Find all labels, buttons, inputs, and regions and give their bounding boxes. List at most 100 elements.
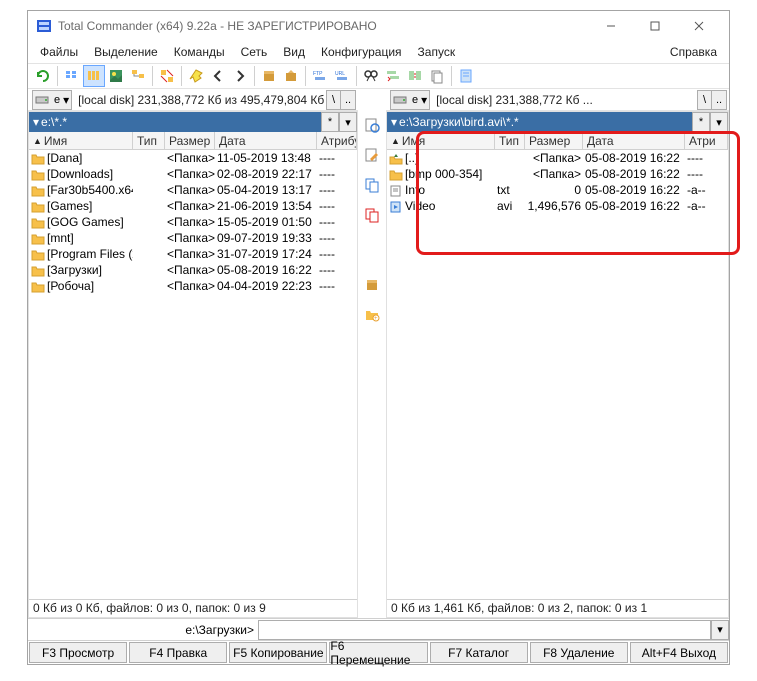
maximize-button[interactable] <box>633 12 677 40</box>
svg-text:URL: URL <box>335 71 345 77</box>
mid-move-icon[interactable] <box>362 205 382 225</box>
menu-files[interactable]: Файлы <box>32 43 86 61</box>
main-window: Total Commander (x64) 9.22a - НЕ ЗАРЕГИС… <box>27 10 730 665</box>
back-icon[interactable] <box>207 65 229 87</box>
drive-nav-left: \ .. <box>326 90 356 110</box>
folder-icon <box>389 169 403 181</box>
table-row[interactable]: [Games]<Папка>21-06-2019 13:54---- <box>29 198 357 214</box>
view-tree-icon[interactable] <box>127 65 149 87</box>
f3-view[interactable]: F3 Просмотр <box>29 642 127 663</box>
file-list-right[interactable]: [..]<Папка>05-08-2019 16:22----[bmp 000-… <box>387 150 728 599</box>
table-row[interactable]: [Far30b5400.x64.201..]<Папка>05-04-2019 … <box>29 182 357 198</box>
folder-icon <box>31 217 45 229</box>
sync-dirs-icon[interactable] <box>404 65 426 87</box>
menu-net[interactable]: Сеть <box>233 43 276 61</box>
f6-move[interactable]: F6 Перемещение <box>329 642 427 663</box>
file-list-left[interactable]: [Dana]<Папка>11-05-2019 13:48----[Downlo… <box>29 150 357 599</box>
menu-config[interactable]: Конфигурация <box>313 43 410 61</box>
avi-icon <box>389 201 403 213</box>
table-row[interactable]: [Dana]<Папка>11-05-2019 13:48---- <box>29 150 357 166</box>
chevron-down-icon: ▾ <box>421 93 427 107</box>
path-left[interactable]: ▾e:\*.* <box>29 112 321 132</box>
drive-select-left[interactable]: e ▾ <box>32 90 72 110</box>
menu-selection[interactable]: Выделение <box>86 43 166 61</box>
table-row[interactable]: [GOG Games]<Папка>15-05-2019 01:50---- <box>29 214 357 230</box>
col-attr[interactable]: Атрибу <box>317 132 357 149</box>
table-row[interactable]: [Downloads]<Папка>02-08-2019 22:17---- <box>29 166 357 182</box>
search-icon[interactable] <box>360 65 382 87</box>
mid-toolbar: + <box>358 111 386 618</box>
close-button[interactable] <box>677 12 721 40</box>
ftp-connect-icon[interactable] <box>185 65 207 87</box>
table-row[interactable]: [Program Files (x86)]<Папка>31-07-2019 1… <box>29 246 357 262</box>
col-attr[interactable]: Атри <box>685 132 728 149</box>
f4-edit[interactable]: F4 Правка <box>129 642 227 663</box>
table-row[interactable]: [bmp 000-354]<Папка>05-08-2019 16:22---- <box>387 166 728 182</box>
mid-view-icon[interactable] <box>362 115 382 135</box>
invert-selection-icon[interactable] <box>156 65 178 87</box>
ftp-icon[interactable]: FTP <box>309 65 331 87</box>
mid-newfolder-icon[interactable]: + <box>362 305 382 325</box>
table-row[interactable]: Infotxt005-08-2019 16:22-a-- <box>387 182 728 198</box>
table-row[interactable]: [Робоча]<Папка>04-04-2019 22:23---- <box>29 278 357 294</box>
drive-select-right[interactable]: e ▾ <box>390 90 430 110</box>
col-type[interactable]: Тип <box>133 132 165 149</box>
refresh-icon[interactable] <box>32 65 54 87</box>
table-row[interactable]: Videoavi1,496,57605-08-2019 16:22-a-- <box>387 198 728 214</box>
up-button[interactable]: .. <box>712 91 726 109</box>
tab-dropdown-right[interactable]: ▾ <box>710 112 728 132</box>
cmd-dropdown[interactable]: ▾ <box>711 620 729 640</box>
root-button[interactable]: \ <box>698 91 712 109</box>
mid-pack-icon[interactable] <box>362 275 382 295</box>
col-name[interactable]: ▲Имя <box>29 132 133 149</box>
col-name[interactable]: ▲Имя <box>387 132 495 149</box>
col-type[interactable]: Тип <box>495 132 525 149</box>
col-date[interactable]: Дата <box>583 132 685 149</box>
altf4-exit[interactable]: Alt+F4 Выход <box>630 642 728 663</box>
root-button[interactable]: \ <box>327 91 341 109</box>
path-right[interactable]: ▾e:\Загрузки\bird.avi\*.* <box>387 112 692 132</box>
menu-view[interactable]: Вид <box>275 43 313 61</box>
view-brief-icon[interactable] <box>61 65 83 87</box>
multi-rename-icon[interactable] <box>382 65 404 87</box>
panel-left: ▾e:\*.* * ▾ ▲Имя Тип Размер Дата Атрибу … <box>28 111 358 618</box>
panels: ▾e:\*.* * ▾ ▲Имя Тип Размер Дата Атрибу … <box>28 111 729 618</box>
tab-dropdown-left[interactable]: ▾ <box>339 112 357 132</box>
unpack-icon[interactable] <box>280 65 302 87</box>
forward-icon[interactable] <box>229 65 251 87</box>
notepad-icon[interactable] <box>455 65 477 87</box>
table-row[interactable]: [..]<Папка>05-08-2019 16:22---- <box>387 150 728 166</box>
menu-commands[interactable]: Команды <box>166 43 233 61</box>
svg-text:FTP: FTP <box>313 71 323 77</box>
copy-names-icon[interactable] <box>426 65 448 87</box>
tab-filter-left[interactable]: * <box>321 112 339 132</box>
up-button[interactable]: .. <box>341 91 355 109</box>
minimize-button[interactable] <box>589 12 633 40</box>
mid-copy-icon[interactable] <box>362 175 382 195</box>
tab-filter-right[interactable]: * <box>692 112 710 132</box>
column-headers-right: ▲Имя Тип Размер Дата Атри <box>387 132 728 150</box>
column-headers-left: ▲Имя Тип Размер Дата Атрибу <box>29 132 357 150</box>
status-left: 0 Кб из 0 Кб, файлов: 0 из 0, папок: 0 и… <box>29 599 357 617</box>
col-date[interactable]: Дата <box>215 132 317 149</box>
table-row[interactable]: [Загрузки]<Папка>05-08-2019 16:22---- <box>29 262 357 278</box>
window-title: Total Commander (x64) 9.22a - НЕ ЗАРЕГИС… <box>58 19 589 33</box>
col-size[interactable]: Размер <box>525 132 583 149</box>
f7-mkdir[interactable]: F7 Каталог <box>430 642 528 663</box>
status-right: 0 Кб из 1,461 Кб, файлов: 0 из 2, папок:… <box>387 599 728 617</box>
table-row[interactable]: [mnt]<Папка>09-07-2019 19:33---- <box>29 230 357 246</box>
view-thumbs-icon[interactable] <box>105 65 127 87</box>
cmd-input[interactable] <box>258 620 711 640</box>
f8-delete[interactable]: F8 Удаление <box>530 642 628 663</box>
titlebar: Total Commander (x64) 9.22a - НЕ ЗАРЕГИС… <box>28 11 729 41</box>
menu-start[interactable]: Запуск <box>410 43 464 61</box>
view-full-icon[interactable] <box>83 65 105 87</box>
mid-edit-icon[interactable] <box>362 145 382 165</box>
drive-nav-right: \ .. <box>697 90 727 110</box>
pack-icon[interactable] <box>258 65 280 87</box>
menu-help[interactable]: Справка <box>662 43 725 61</box>
url-icon[interactable]: URL <box>331 65 353 87</box>
col-size[interactable]: Размер <box>165 132 215 149</box>
folder-icon <box>31 249 45 261</box>
f5-copy[interactable]: F5 Копирование <box>229 642 327 663</box>
